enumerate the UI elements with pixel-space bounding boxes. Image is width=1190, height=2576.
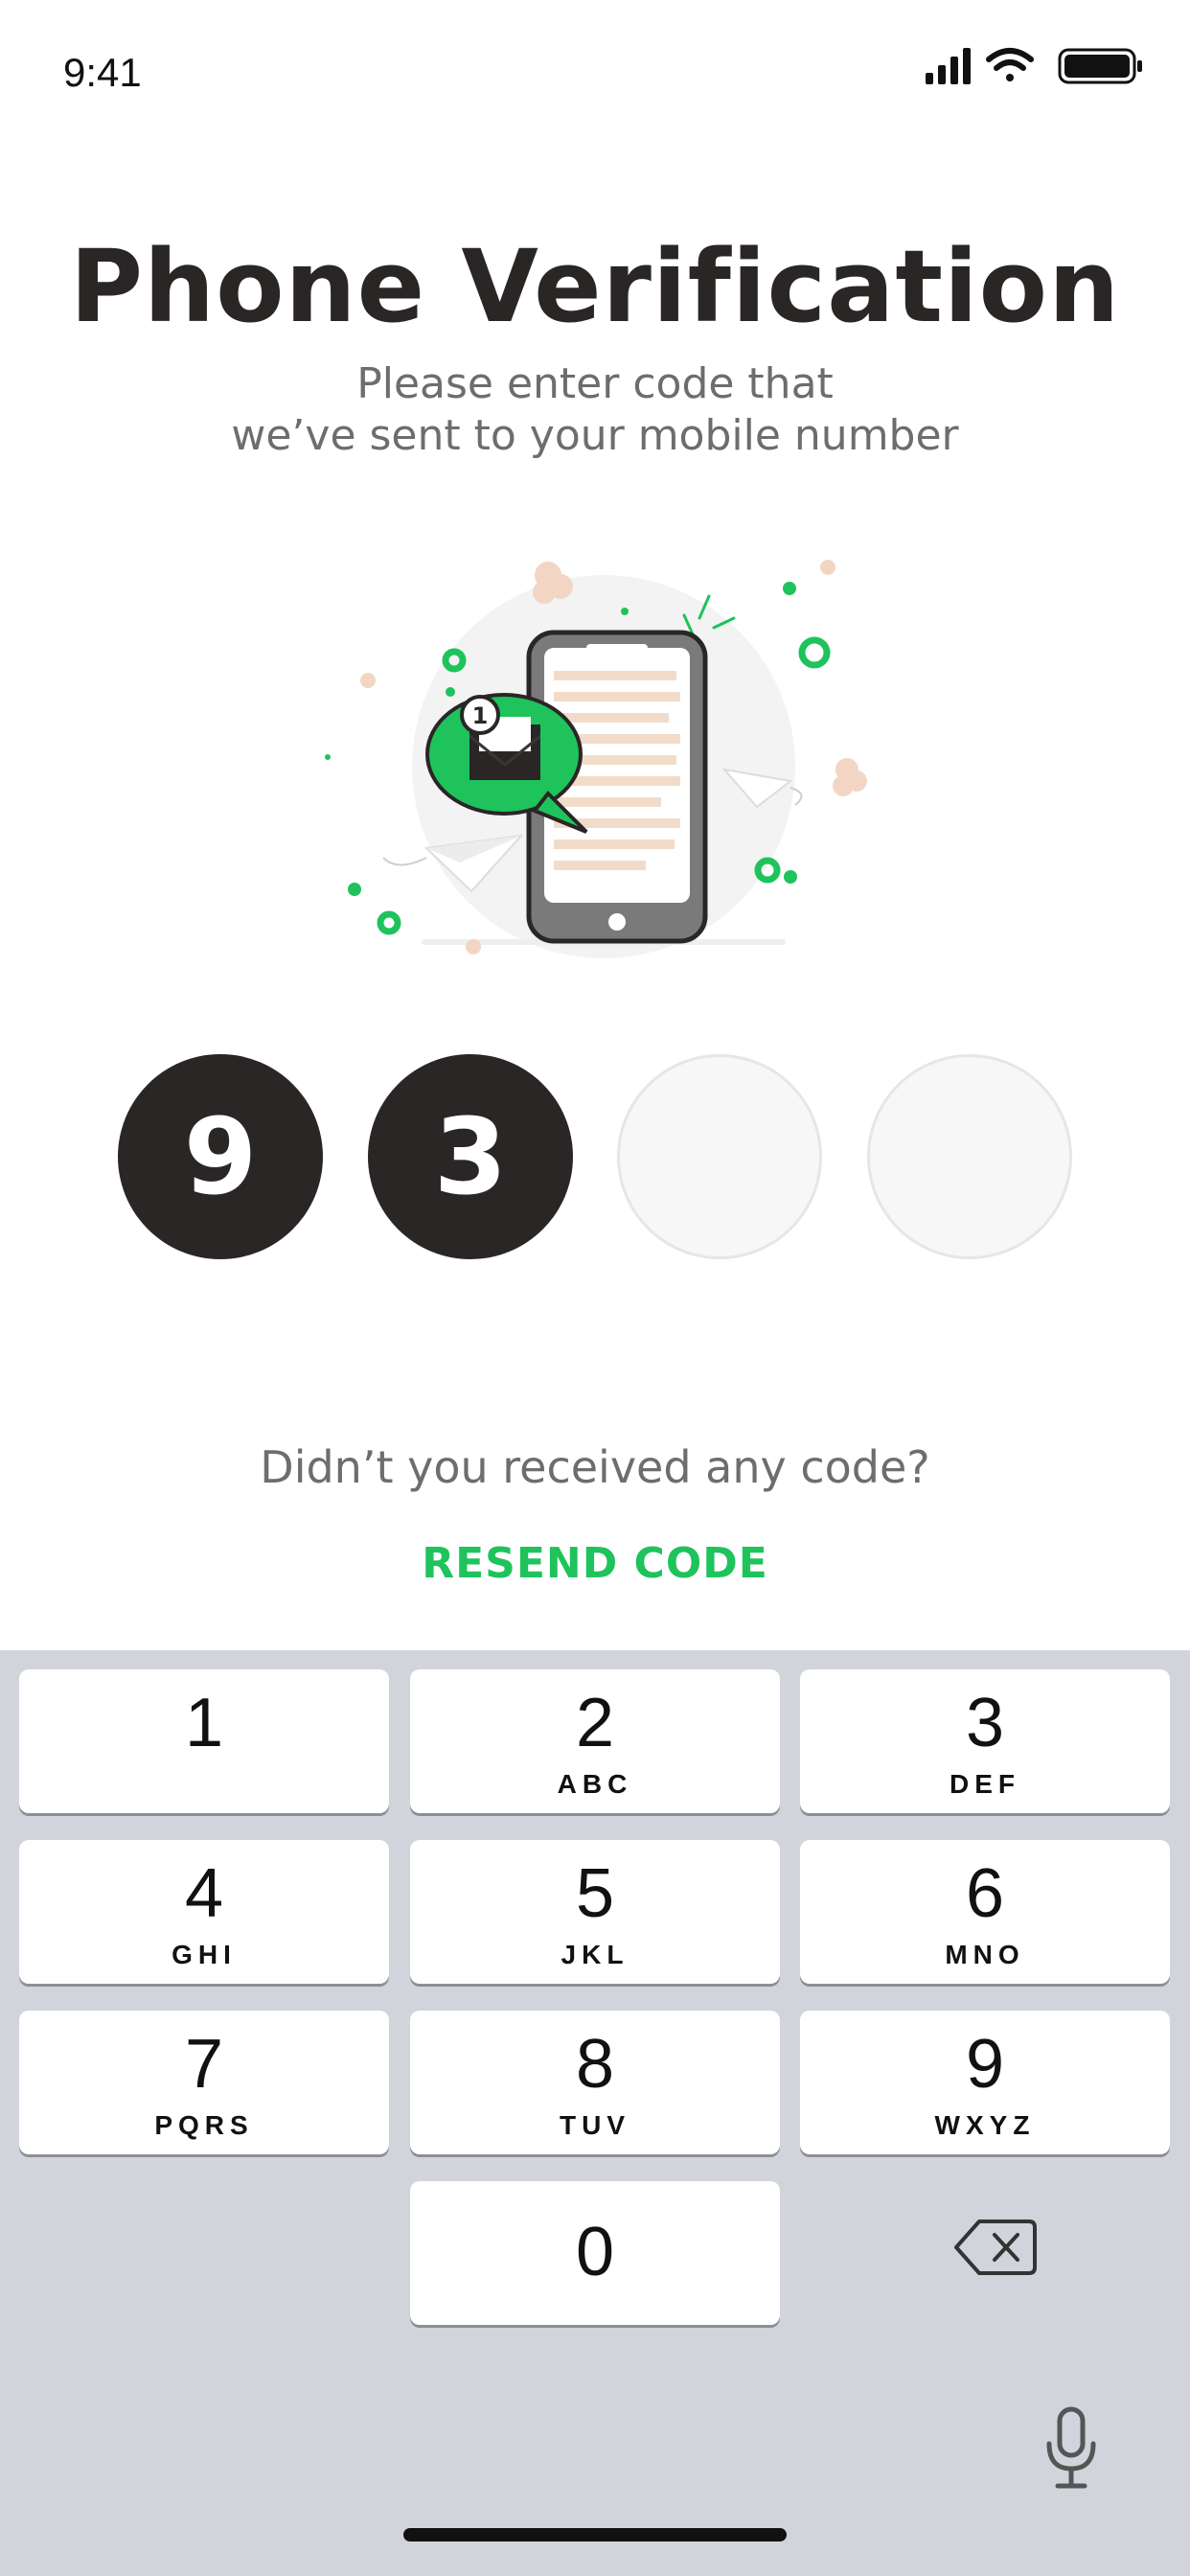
key-letters: DEF bbox=[950, 1769, 1020, 1799]
verification-code-row[interactable]: 9 3 bbox=[0, 1054, 1190, 1259]
key-6[interactable]: 6 MNO bbox=[800, 1840, 1170, 1984]
key-letters: JKL bbox=[561, 1940, 629, 1969]
page-subtitle: Please enter code that we’ve sent to you… bbox=[0, 358, 1190, 462]
key-digit: 1 bbox=[184, 1685, 224, 1761]
key-letters: PQRS bbox=[154, 2110, 254, 2140]
resend-code-button[interactable]: RESEND CODE bbox=[0, 1539, 1190, 1588]
battery-icon bbox=[1058, 48, 1142, 84]
key-digit: 6 bbox=[965, 1855, 1005, 1932]
delete-key[interactable] bbox=[952, 2214, 1039, 2281]
key-letters: WXYZ bbox=[934, 2110, 1036, 2140]
key-8[interactable]: 8 TUV bbox=[410, 2011, 780, 2154]
key-digit: 5 bbox=[575, 1855, 615, 1932]
key-5[interactable]: 5 JKL bbox=[410, 1840, 780, 1984]
key-3[interactable]: 3 DEF bbox=[800, 1669, 1170, 1813]
page-title: Phone Verification bbox=[69, 228, 1121, 345]
subtitle-line-1: Please enter code that bbox=[356, 359, 834, 408]
code-digit-2[interactable]: 3 bbox=[368, 1054, 573, 1259]
signal-icon bbox=[926, 48, 971, 84]
key-digit: 0 bbox=[575, 2214, 615, 2290]
key-letters: ABC bbox=[557, 1769, 633, 1799]
status-icons bbox=[926, 48, 1142, 84]
notification-badge: 1 bbox=[472, 702, 489, 729]
resend-question: Didn’t you received any code? bbox=[260, 1441, 930, 1493]
key-digit: 8 bbox=[575, 2026, 615, 2103]
code-digit-1[interactable]: 9 bbox=[118, 1054, 323, 1259]
key-letters: TUV bbox=[560, 2110, 630, 2140]
code-digit-3[interactable] bbox=[617, 1054, 822, 1259]
key-0[interactable]: 0 bbox=[410, 2181, 780, 2325]
key-letters: GHI bbox=[172, 1940, 237, 1969]
wifi-icon bbox=[986, 48, 1034, 81]
backspace-icon bbox=[954, 2220, 1037, 2275]
key-letters: MNO bbox=[945, 1940, 1025, 1969]
status-bar: 9:41 bbox=[0, 0, 1190, 134]
key-1[interactable]: 1 bbox=[19, 1669, 389, 1813]
key-7[interactable]: 7 PQRS bbox=[19, 2011, 389, 2154]
key-digit: 2 bbox=[575, 1685, 615, 1761]
key-2[interactable]: 2 ABC bbox=[410, 1669, 780, 1813]
microphone-key[interactable] bbox=[1044, 2405, 1098, 2492]
key-digit: 9 bbox=[965, 2026, 1005, 2103]
home-indicator[interactable] bbox=[403, 2528, 787, 2542]
key-digit: 3 bbox=[965, 1685, 1005, 1761]
key-9[interactable]: 9 WXYZ bbox=[800, 2011, 1170, 2154]
key-digit: 7 bbox=[184, 2026, 224, 2103]
phone-message-illustration: 1 bbox=[325, 560, 867, 958]
code-digit-4[interactable] bbox=[867, 1054, 1072, 1259]
microphone-icon bbox=[1046, 2406, 1096, 2489]
key-digit: 4 bbox=[184, 1855, 224, 1932]
key-4[interactable]: 4 GHI bbox=[19, 1840, 389, 1984]
subtitle-line-2: we’ve sent to your mobile number bbox=[231, 411, 959, 460]
status-time: 9:41 bbox=[63, 50, 142, 95]
